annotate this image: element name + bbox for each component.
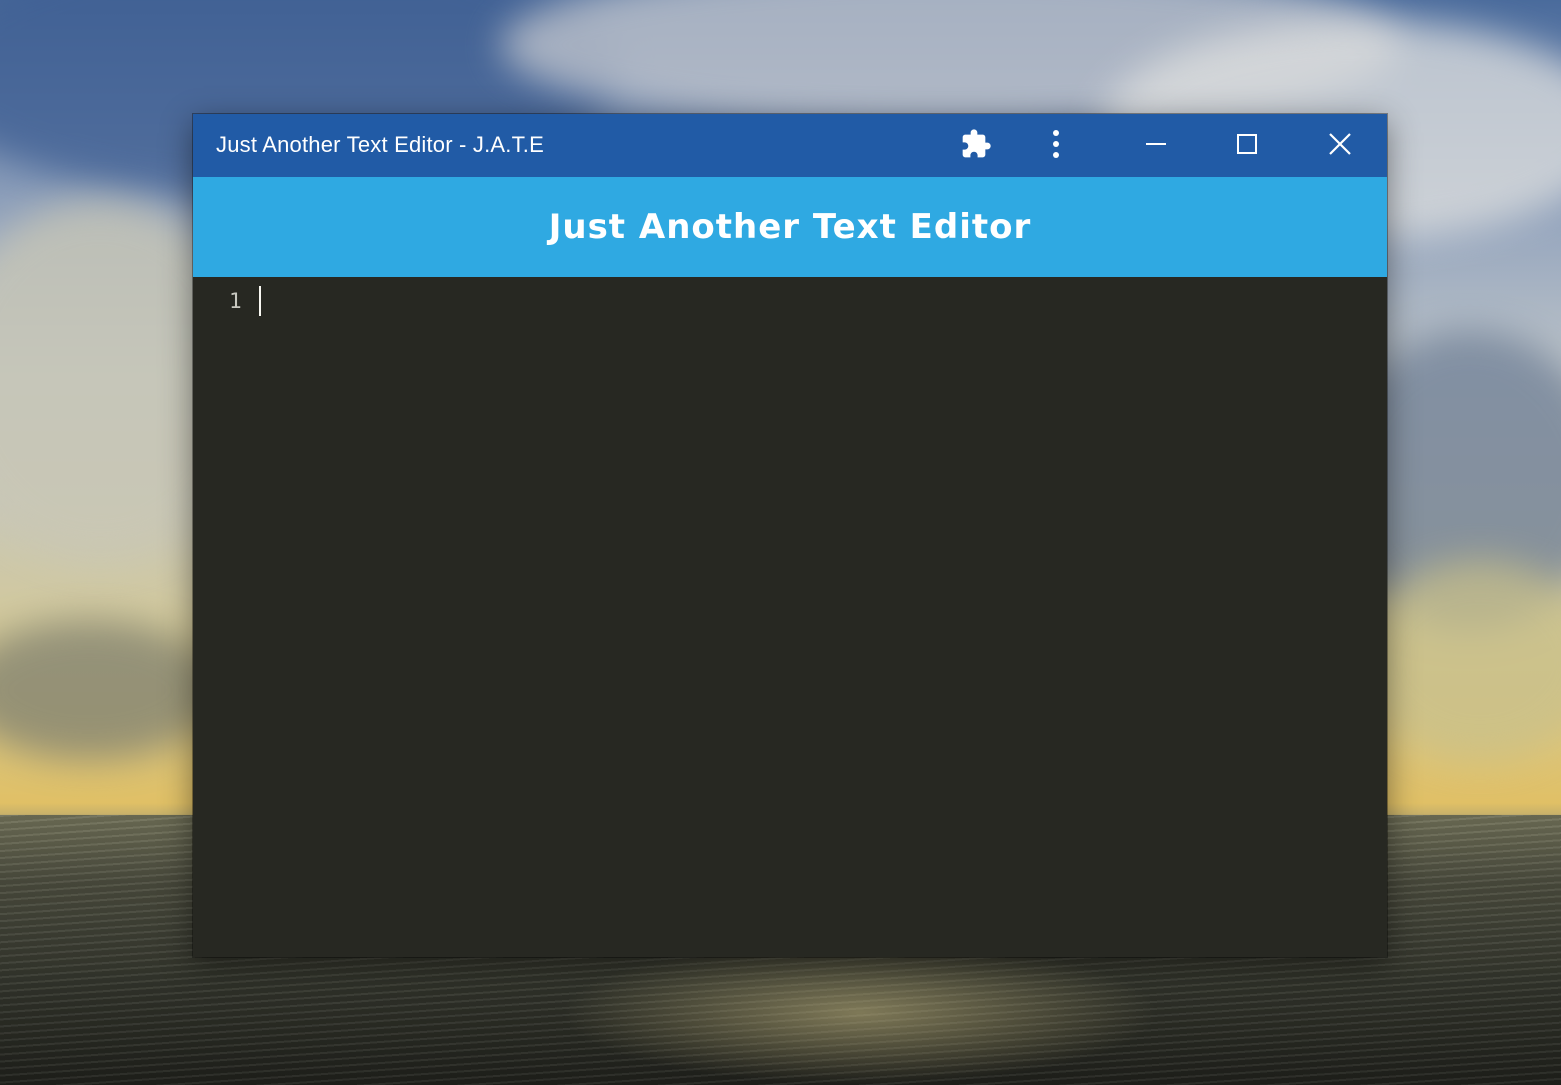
extensions-button[interactable] xyxy=(951,114,1001,177)
title-bar[interactable]: Just Another Text Editor - J.A.T.E xyxy=(193,114,1387,177)
editor-area[interactable]: 1 xyxy=(193,277,1387,957)
line-number: 1 xyxy=(229,289,242,313)
app-header: Just Another Text Editor xyxy=(193,177,1387,277)
close-icon xyxy=(1328,132,1352,160)
minimize-icon xyxy=(1145,133,1167,159)
page-title: Just Another Text Editor xyxy=(548,207,1032,247)
more-vertical-icon xyxy=(1051,129,1061,163)
close-button[interactable] xyxy=(1293,114,1387,177)
maximize-icon xyxy=(1236,133,1258,159)
more-options-button[interactable] xyxy=(1031,114,1081,177)
window-title: Just Another Text Editor - J.A.T.E xyxy=(216,132,544,157)
minimize-button[interactable] xyxy=(1111,114,1201,177)
app-window: Just Another Text Editor - J.A.T.E Just … xyxy=(193,114,1387,957)
maximize-button[interactable] xyxy=(1201,114,1293,177)
puzzle-icon xyxy=(960,128,992,164)
text-cursor xyxy=(259,286,261,316)
sun-glare xyxy=(560,940,1160,1085)
